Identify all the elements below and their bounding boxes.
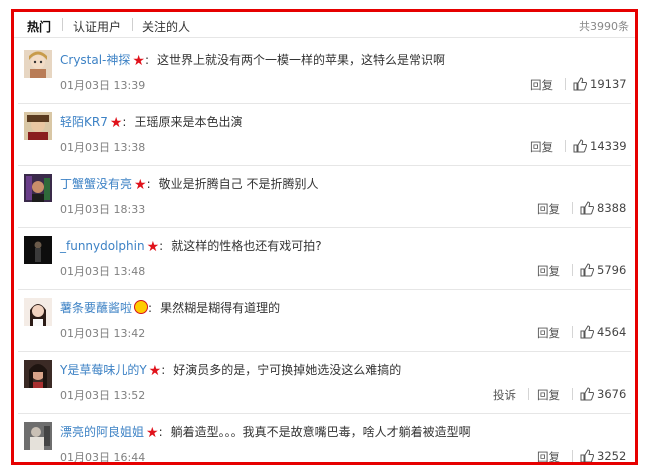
comment-username[interactable]: 薯条要蘸酱啦: [60, 301, 132, 315]
reply-button[interactable]: 回复: [537, 449, 560, 462]
tab-following[interactable]: 关注的人: [142, 18, 190, 35]
comment-username[interactable]: Crystal-神探: [60, 53, 130, 67]
comment-text: 这世界上就没有两个一模一样的苹果，这特么是常识啊: [157, 53, 446, 67]
like-count: 14339: [590, 139, 627, 153]
divider: [572, 202, 573, 214]
like-button[interactable]: 4564: [580, 325, 626, 339]
comment-time: 01月03日 13:38: [60, 141, 146, 154]
thumbs-up-icon: [580, 263, 595, 277]
like-button[interactable]: 8388: [580, 201, 626, 215]
comment-time: 01月03日 13:39: [60, 79, 146, 92]
comment-time: 01月03日 18:33: [60, 203, 146, 216]
star-icon: ★: [148, 363, 162, 379]
comment-item: 轻陌KR7 ★: 王瑶原来是本色出演 01月03日 13:38 回复 14339: [18, 103, 631, 166]
like-count: 5796: [597, 263, 627, 277]
reply-button[interactable]: 回复: [537, 201, 560, 217]
avatar[interactable]: [24, 360, 52, 388]
thumbs-up-icon: [573, 77, 588, 91]
comment-panel: 热门 认证用户 关注的人 共3990条 Crystal-神探 ★: 这世界上就没有两…: [11, 9, 638, 465]
comment-item: 丁蟹蟹没有亮 ★: 敬业是折腾自己 不是折腾别人 01月03日 18:33 回复 8…: [18, 165, 631, 228]
comment-time: 01月03日 13:52: [60, 389, 146, 402]
like-count: 3252: [597, 449, 627, 463]
like-button[interactable]: 14339: [573, 139, 627, 153]
avatar[interactable]: [24, 112, 52, 140]
divider: [572, 388, 573, 400]
like-button[interactable]: 3252: [580, 449, 627, 463]
tab-divider: [132, 18, 133, 31]
avatar[interactable]: [24, 422, 52, 450]
divider: [572, 450, 573, 462]
comment-username[interactable]: Y是草莓味儿的Y: [60, 363, 147, 377]
comment-username[interactable]: 漂亮的阿良姐姐: [60, 425, 144, 439]
like-button[interactable]: 5796: [580, 263, 626, 277]
comment-time: 01月03日 13:42: [60, 327, 146, 340]
comment-item: Crystal-神探 ★: 这世界上就没有两个一模一样的苹果，这特么是常识啊 01月…: [18, 41, 631, 104]
avatar[interactable]: [24, 174, 52, 202]
star-icon: ★: [134, 177, 147, 193]
tab-verified[interactable]: 认证用户: [73, 18, 121, 35]
comment-time: 01月03日 16:44: [60, 451, 146, 464]
avatar[interactable]: [24, 236, 52, 264]
reply-button[interactable]: 回复: [530, 77, 553, 93]
avatar[interactable]: [24, 298, 52, 326]
comment-text: 就这样的性格也还有戏可拍?: [171, 239, 322, 253]
comment-tabs: 热门 认证用户 关注的人 共3990条: [14, 12, 635, 38]
comment-username[interactable]: 轻陌KR7: [60, 115, 108, 129]
comment-item: 薯条要蘸酱啦: 果然糊是糊得有道理的 01月03日 13:42 回复 4564: [18, 289, 631, 352]
star-icon: ★: [146, 425, 159, 441]
star-icon: ★: [146, 239, 160, 255]
like-button[interactable]: 19137: [573, 77, 627, 91]
reply-button[interactable]: 回复: [537, 263, 560, 279]
comment-item: 漂亮的阿良姐姐 ★: 躺着造型。。。我真不是故意嘴巴毒，啥人才躺着被造型啊 01月0…: [18, 413, 631, 464]
divider: [528, 388, 529, 400]
divider: [572, 326, 573, 338]
avatar[interactable]: [24, 50, 52, 78]
thumbs-up-icon: [580, 449, 595, 462]
face-icon: [134, 300, 149, 314]
comment-text: 躺着造型。。。我真不是故意嘴巴毒，啥人才躺着被造型啊: [170, 425, 471, 439]
comment-text: 果然糊是糊得有道理的: [160, 301, 281, 315]
thumbs-up-icon: [573, 139, 588, 153]
comment-item: Y是草莓味儿的Y ★: 好演员多的是，宁可换掉她选没这么难搞的 01月03日 13:…: [18, 351, 631, 414]
reply-button[interactable]: 回复: [537, 325, 560, 341]
like-button[interactable]: 3676: [580, 387, 626, 401]
thumbs-up-icon: [580, 325, 595, 339]
comment-total: 共3990条: [579, 20, 629, 33]
reply-button[interactable]: 回复: [537, 387, 560, 403]
comment-username[interactable]: 丁蟹蟹没有亮: [60, 177, 132, 191]
divider: [565, 140, 566, 152]
comment-text: 王瑶原来是本色出演: [134, 115, 243, 129]
thumbs-up-icon: [580, 387, 595, 401]
divider: [572, 264, 573, 276]
thumbs-up-icon: [580, 201, 595, 215]
like-count: 8388: [597, 201, 627, 215]
report-button[interactable]: 投诉: [493, 387, 516, 403]
comment-item: _funnydolphin ★: 就这样的性格也还有戏可拍? 01月03日 13:4…: [18, 227, 631, 290]
comment-time: 01月03日 13:48: [60, 265, 146, 278]
like-count: 3676: [597, 387, 627, 401]
comment-text: 好演员多的是，宁可换掉她选没这么难搞的: [173, 363, 402, 377]
comment-text: 敬业是折腾自己 不是折腾别人: [158, 177, 319, 191]
reply-button[interactable]: 回复: [530, 139, 553, 155]
tab-divider: [62, 18, 63, 31]
divider: [565, 78, 566, 90]
tab-hot[interactable]: 热门: [27, 18, 51, 35]
like-count: 19137: [590, 77, 627, 91]
comment-username[interactable]: _funnydolphin: [60, 239, 145, 253]
like-count: 4564: [597, 325, 627, 339]
star-icon: ★: [132, 53, 145, 69]
star-icon: ★: [109, 115, 123, 131]
